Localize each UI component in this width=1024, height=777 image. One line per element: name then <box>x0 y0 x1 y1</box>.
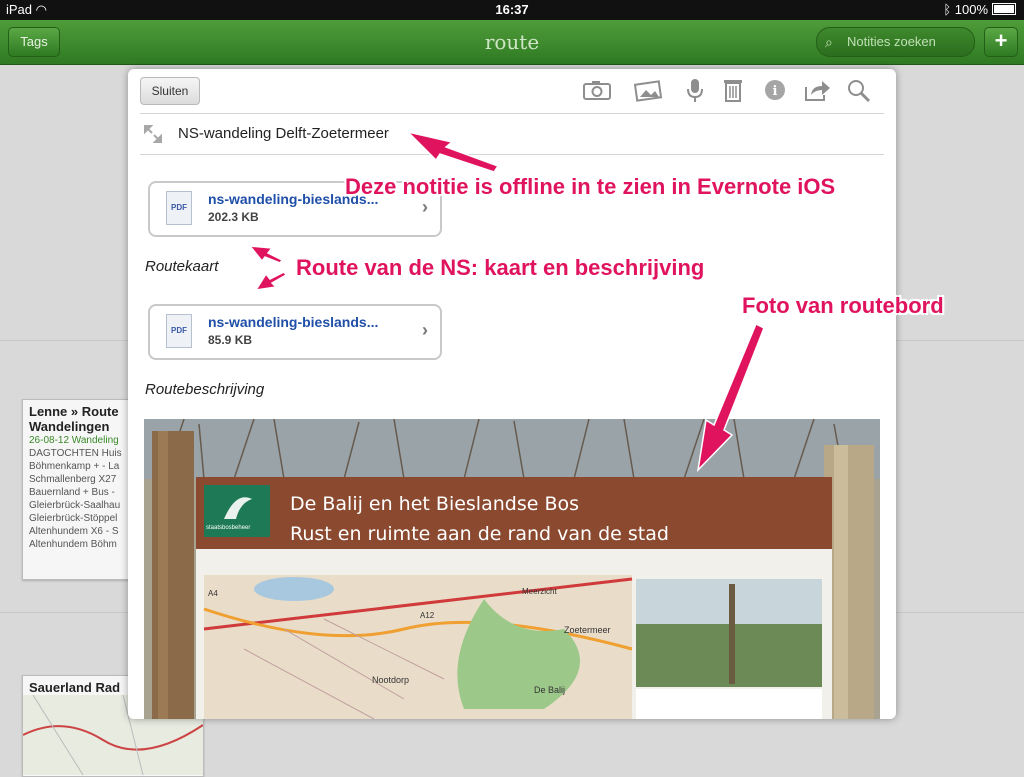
share-icon[interactable] <box>802 77 832 103</box>
attachment-size: 202.3 KB <box>208 210 259 224</box>
photo-background <box>144 419 880 719</box>
note-card-date: 26-08-12 Wandeling <box>29 435 119 446</box>
search-placeholder: Notities zoeken <box>847 34 936 49</box>
routekaart-label: Routekaart <box>145 258 219 275</box>
nav-bar: Tags route ⌕ Notities zoeken + <box>0 20 1024 65</box>
note-card-title: Lenne » Route <box>29 404 119 419</box>
map-label: A4 <box>208 589 218 598</box>
trash-icon[interactable] <box>718 77 748 103</box>
map-label: Meerzicht <box>522 587 557 596</box>
note-card-line: Altenhundem X6 - S <box>29 526 119 537</box>
search-input[interactable]: ⌕ Notities zoeken <box>816 27 975 57</box>
map-label: A12 <box>420 611 435 620</box>
pdf-file-icon: PDF <box>166 191 192 225</box>
info-icon[interactable]: i <box>760 77 790 103</box>
logo-text: staatsbosbeheer <box>206 525 251 531</box>
note-toolbar: i <box>582 77 882 103</box>
note-card-line: Gleierbrück-Stöppel <box>29 513 118 524</box>
note-modal: Sluiten i NS-wandeling Delft-Zoetermeer … <box>128 69 896 719</box>
note-card-line: DAGTOCHTEN Huis <box>29 448 122 459</box>
attachment-name: ns-wandeling-bieslands... <box>208 314 379 330</box>
camera-icon[interactable] <box>582 77 612 103</box>
pdf-attachment[interactable]: PDF ns-wandeling-bieslands... 85.9 KB › <box>148 304 442 360</box>
status-time: 16:37 <box>495 2 529 17</box>
battery-icon <box>992 3 1016 15</box>
note-card-notebook: Wandelingen <box>29 419 110 434</box>
note-card-line: Gleierbrück-Saalhau <box>29 500 121 511</box>
expand-icon[interactable] <box>142 123 164 150</box>
chevron-right-icon: › <box>422 320 428 340</box>
annotation-offline: Deze notitie is offline in te zien in Ev… <box>345 174 836 199</box>
battery-percent: 100% <box>954 2 988 17</box>
svg-text:i: i <box>773 84 778 99</box>
sign-title: De Balij en het Bieslandse Bos <box>290 493 580 515</box>
attachment-size: 85.9 KB <box>208 333 253 347</box>
bluetooth-icon: ᛒ <box>943 2 952 17</box>
note-card-line: Bauernland + Bus - <box>29 487 115 498</box>
title-divider <box>140 154 884 155</box>
note-card-line: Altenhundem Böhm <box>29 539 117 550</box>
note-card-line: Böhmenkamp + - La <box>29 461 120 472</box>
sign-subtitle: Rust en ruimte aan de rand van de stad <box>290 523 669 545</box>
status-right: ᛒ 100% <box>943 2 1016 17</box>
annotation-route: Route van de NS: kaart en beschrijving <box>296 255 705 280</box>
routebeschrijving-label: Routebeschrijving <box>145 381 265 398</box>
microphone-icon[interactable] <box>680 77 710 103</box>
map-label: Zoetermeer <box>564 625 611 635</box>
route-sign-photo[interactable]: De Balij en het Bieslandse Bos Rust en r… <box>144 419 880 719</box>
note-card-line: 26-08-12 Wandeling <box>23 434 131 447</box>
map-label: De Balij <box>534 685 566 695</box>
note-card[interactable]: Lenne » Route Wandelingen 26-08-12 Wande… <box>22 399 132 580</box>
image-icon[interactable] <box>633 77 664 103</box>
status-bar: iPad ◠ 16:37 ᛒ 100% <box>0 0 1024 20</box>
close-button[interactable]: Sluiten <box>140 77 200 105</box>
annotation-photo: Foto van routebord <box>742 293 944 318</box>
note-card-line: Schmallenberg X27 <box>29 474 117 485</box>
toolbar-divider <box>140 113 884 114</box>
note-title[interactable]: NS-wandeling Delft-Zoetermeer <box>178 125 389 142</box>
pdf-file-icon: PDF <box>166 314 192 348</box>
chevron-right-icon: › <box>422 197 428 217</box>
add-note-button[interactable]: + <box>984 27 1018 57</box>
search-icon: ⌕ <box>825 34 833 50</box>
map-label: Nootdorp <box>372 675 410 685</box>
search-icon[interactable] <box>844 77 874 103</box>
